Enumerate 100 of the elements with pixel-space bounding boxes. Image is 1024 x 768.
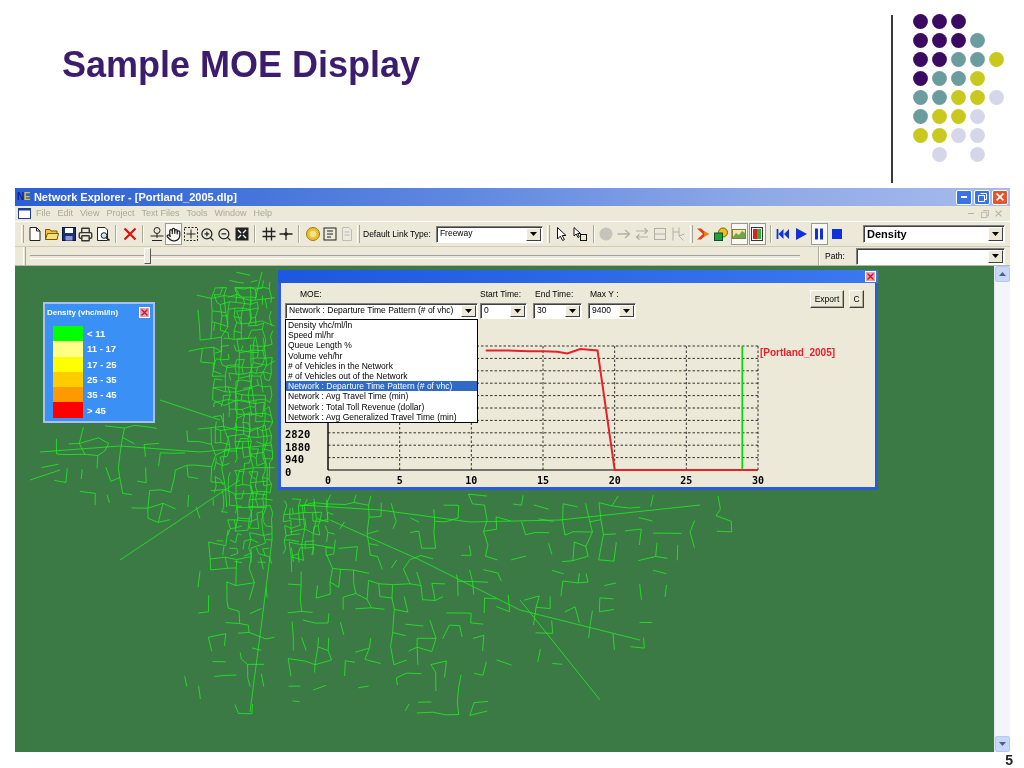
axis-tick-label: 1880 (285, 440, 311, 453)
shapes-icon (714, 227, 729, 241)
legend-label: 25 - 35 (87, 374, 117, 386)
cursor-box-icon (573, 227, 588, 241)
moe-dropdown[interactable]: Network : Departure Time Pattern (# of vhc) (285, 303, 478, 319)
plus-icon (278, 227, 293, 241)
axis-tick-label: 940 (285, 453, 304, 466)
dropdown-arrow-button[interactable] (619, 305, 634, 317)
scroll-up-button[interactable] (995, 266, 1010, 282)
end-time-dropdown[interactable]: 30 (533, 303, 582, 319)
close-icon (996, 193, 1004, 201)
dropdown-option[interactable]: Network : Departure Time Pattern (# of vhc) (286, 381, 477, 392)
restore-icon (977, 192, 987, 202)
axis-tick-label: 15 (537, 475, 549, 486)
field-label: Start Time: (480, 288, 522, 300)
circle-icon (305, 227, 320, 241)
link-type-dropdown[interactable]: Freeway (435, 225, 543, 243)
swap-arrows-icon (635, 227, 650, 241)
axis-tick-label: 25 (680, 475, 693, 486)
field-label: Default Link Type: (363, 229, 431, 239)
area-chart-icon (732, 227, 747, 241)
letter-button[interactable]: C (849, 290, 864, 308)
dropdown-arrow-button[interactable] (461, 305, 476, 317)
minimize-icon (967, 212, 974, 215)
restore-icon (980, 209, 989, 218)
close-button[interactable] (865, 271, 876, 282)
chevron-icon (696, 227, 711, 241)
minimize-button[interactable] (956, 189, 972, 205)
caret-down-icon (529, 232, 537, 236)
window-title: Network Explorer - [Portland_2005.dlp] (33, 191, 237, 203)
page-icon (27, 227, 42, 241)
pan-button[interactable] (165, 223, 182, 245)
legend-label: 17 - 25 (87, 358, 117, 370)
play-icon (794, 227, 809, 241)
skip-back-icon (776, 227, 791, 241)
field-label: Max Y : (590, 288, 619, 300)
dropdown-arrow-button[interactable] (525, 227, 541, 241)
printer-icon (78, 226, 93, 242)
legend-label: < 11 (87, 328, 106, 340)
legend-label: 35 - 45 (87, 389, 117, 401)
node-link-icon (149, 227, 164, 241)
slide-title: Sample MOE Display (62, 44, 421, 86)
layer-dropdown[interactable]: Density (863, 225, 1005, 243)
dropdown-arrow-button[interactable] (510, 305, 525, 317)
dropdown-arrow-button[interactable] (565, 305, 580, 317)
split-square-icon (653, 227, 668, 241)
close-icon (867, 273, 874, 280)
legend-title: Density (vhc/ml/ln) (47, 308, 119, 317)
series-label: [Portland_2005] (760, 347, 836, 358)
time-slider[interactable] (30, 248, 800, 264)
folder-icon (44, 227, 59, 241)
pause-button[interactable] (810, 223, 828, 245)
export-button[interactable]: Export (810, 290, 844, 308)
field-label: MOE: (300, 288, 322, 300)
scroll-down-button[interactable] (995, 736, 1010, 752)
chart-button[interactable] (730, 223, 748, 245)
close-icon (995, 210, 1002, 217)
text-box-icon (322, 227, 337, 241)
zoom-window-icon (183, 227, 198, 241)
page-magnifier-icon (95, 227, 110, 241)
dropdown-arrow-button[interactable] (988, 249, 1003, 263)
circle-icon (599, 227, 614, 241)
panel-icon (750, 227, 765, 241)
legend-label: 11 - 17 (87, 343, 117, 355)
restore-button[interactable] (974, 189, 990, 205)
axis-tick-label: 10 (465, 475, 478, 486)
delete-icon (122, 227, 137, 241)
panel-button[interactable] (748, 223, 766, 245)
minimize-icon (961, 196, 967, 198)
path-dropdown[interactable] (856, 247, 1005, 265)
arrow-right-icon (617, 227, 632, 241)
page-number: 5 (1005, 752, 1013, 768)
grid-icon (261, 227, 276, 241)
zoom-in-icon (200, 226, 215, 242)
axis-tick-label: 20 (608, 475, 621, 486)
close-button[interactable] (992, 189, 1008, 205)
caret-down-icon (465, 309, 472, 313)
slider-thumb[interactable] (144, 248, 152, 264)
stop-icon (830, 227, 845, 241)
legend-label: > 45 (87, 404, 106, 416)
caret-down-icon (569, 309, 576, 313)
caret-down-icon (992, 254, 999, 258)
zoom-out-icon (217, 226, 232, 242)
dropdown-arrow-button[interactable] (988, 227, 1003, 241)
caret-down-icon (514, 309, 521, 313)
document-icon (339, 227, 354, 241)
axis-tick-label: 0 (285, 465, 292, 478)
axis-tick-label: 2820 (285, 428, 311, 441)
window-icon (18, 208, 31, 219)
axis-tick-label: 0 (325, 475, 331, 486)
app-logo: NE (17, 191, 30, 203)
caret-down-icon (999, 742, 1006, 746)
vertical-scrollbar[interactable] (994, 266, 1010, 752)
field-label: End Time: (535, 288, 574, 300)
start-time-dropdown[interactable]: 0 (480, 303, 527, 319)
close-button[interactable] (139, 307, 150, 318)
max-y-dropdown[interactable]: 9400 (588, 303, 636, 319)
caret-down-icon (992, 232, 999, 236)
field-label: Path: (825, 251, 845, 261)
caret-down-icon (623, 309, 630, 313)
